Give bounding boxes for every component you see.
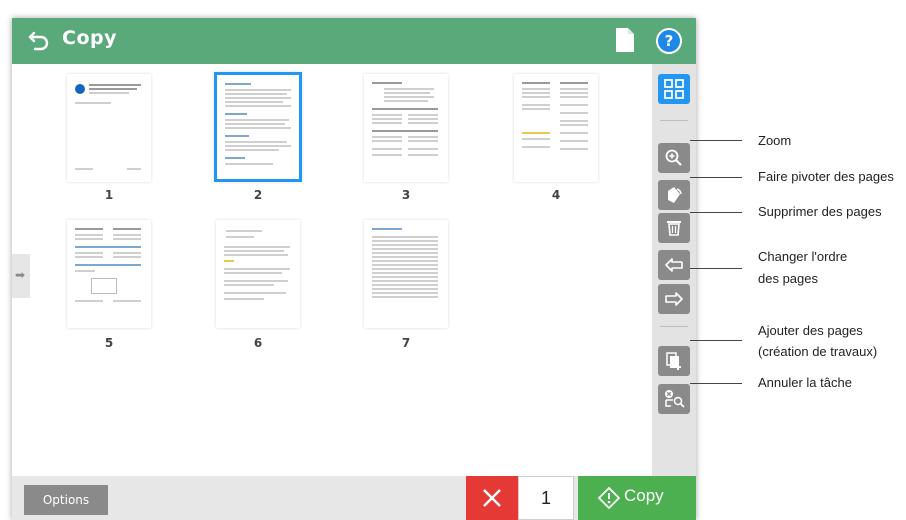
- page-image: [216, 220, 300, 328]
- page-number: 3: [401, 188, 411, 202]
- arrow-right-icon: ➡: [15, 268, 26, 282]
- copy-button-label: Copy: [624, 486, 664, 505]
- page-image: [364, 74, 448, 182]
- hp-logo-icon: [75, 84, 85, 94]
- cancel-job-icon: [665, 390, 685, 408]
- add-pages-icon: [666, 352, 681, 370]
- page-number: 1: [104, 188, 114, 202]
- page-image: [67, 74, 151, 182]
- page-image: [67, 220, 151, 328]
- add-pages-button[interactable]: [658, 346, 690, 376]
- printer-control-panel: Copy ? ➡ 1 2 3 4 5 6 7 Options 1 Copy: [12, 18, 696, 520]
- back-arrow-icon[interactable]: [28, 29, 50, 51]
- callout-add-line2: (création de travaux): [758, 344, 878, 359]
- page-image: [214, 72, 302, 182]
- copies-count-field[interactable]: 1: [518, 476, 574, 520]
- screenshot-stage: Copy ? ➡ 1 2 3 4 5 6 7 Options 1 Copy Zo…: [0, 0, 906, 520]
- callout-line: [690, 383, 742, 384]
- app-header: Copy ?: [12, 18, 696, 64]
- grid-view-icon: [664, 79, 684, 99]
- page-number: 5: [104, 336, 114, 350]
- grid-view-button[interactable]: [658, 74, 690, 104]
- callout-cancel: Annuler la tâche: [758, 375, 852, 390]
- callout-delete: Supprimer des pages: [758, 204, 882, 219]
- cancel-button[interactable]: [466, 476, 518, 520]
- start-icon: [598, 487, 620, 509]
- cancel-job-button[interactable]: [658, 384, 690, 414]
- page-number: 2: [253, 188, 263, 202]
- callout-reorder-line2: des pages: [758, 271, 818, 286]
- page-image: [364, 220, 448, 328]
- callout-zoom: Zoom: [758, 133, 792, 148]
- rotate-pages-button[interactable]: [658, 180, 690, 210]
- bottom-action-bar: Options 1 Copy: [12, 476, 696, 520]
- callout-line: [690, 340, 742, 341]
- side-panel-handle[interactable]: ➡: [12, 254, 30, 298]
- callout-line: [690, 212, 742, 213]
- options-button[interactable]: Options: [24, 485, 108, 515]
- page-tools-toolbar: [652, 64, 696, 476]
- callout-line: [690, 140, 742, 141]
- callout-line: [690, 268, 742, 269]
- zoom-button[interactable]: [658, 143, 690, 173]
- rotate-icon: [668, 187, 682, 203]
- trash-icon: [667, 221, 681, 236]
- page-image: [514, 74, 598, 182]
- close-icon: [483, 489, 501, 507]
- callout-rotate: Faire pivoter des pages: [758, 169, 894, 184]
- arrow-left-icon: [665, 258, 683, 272]
- document-icon[interactable]: [616, 28, 634, 52]
- page-number: 6: [253, 336, 263, 350]
- move-page-left-button[interactable]: [658, 250, 690, 280]
- page-number: 4: [551, 188, 561, 202]
- callout-add-line1: Ajouter des pages: [758, 323, 863, 338]
- page-title: Copy: [62, 27, 117, 49]
- callout-reorder-line1: Changer l'ordre: [758, 249, 848, 264]
- page-number: 7: [401, 336, 411, 350]
- arrow-right-icon: [665, 292, 683, 306]
- start-copy-button[interactable]: Copy: [578, 476, 696, 520]
- callout-line: [690, 177, 742, 178]
- help-icon[interactable]: ?: [656, 28, 682, 54]
- page-thumbnail-area: ➡ 1 2 3 4 5 6 7: [12, 64, 652, 476]
- delete-pages-button[interactable]: [658, 213, 690, 243]
- move-page-right-button[interactable]: [658, 284, 690, 314]
- zoom-icon: [665, 149, 682, 166]
